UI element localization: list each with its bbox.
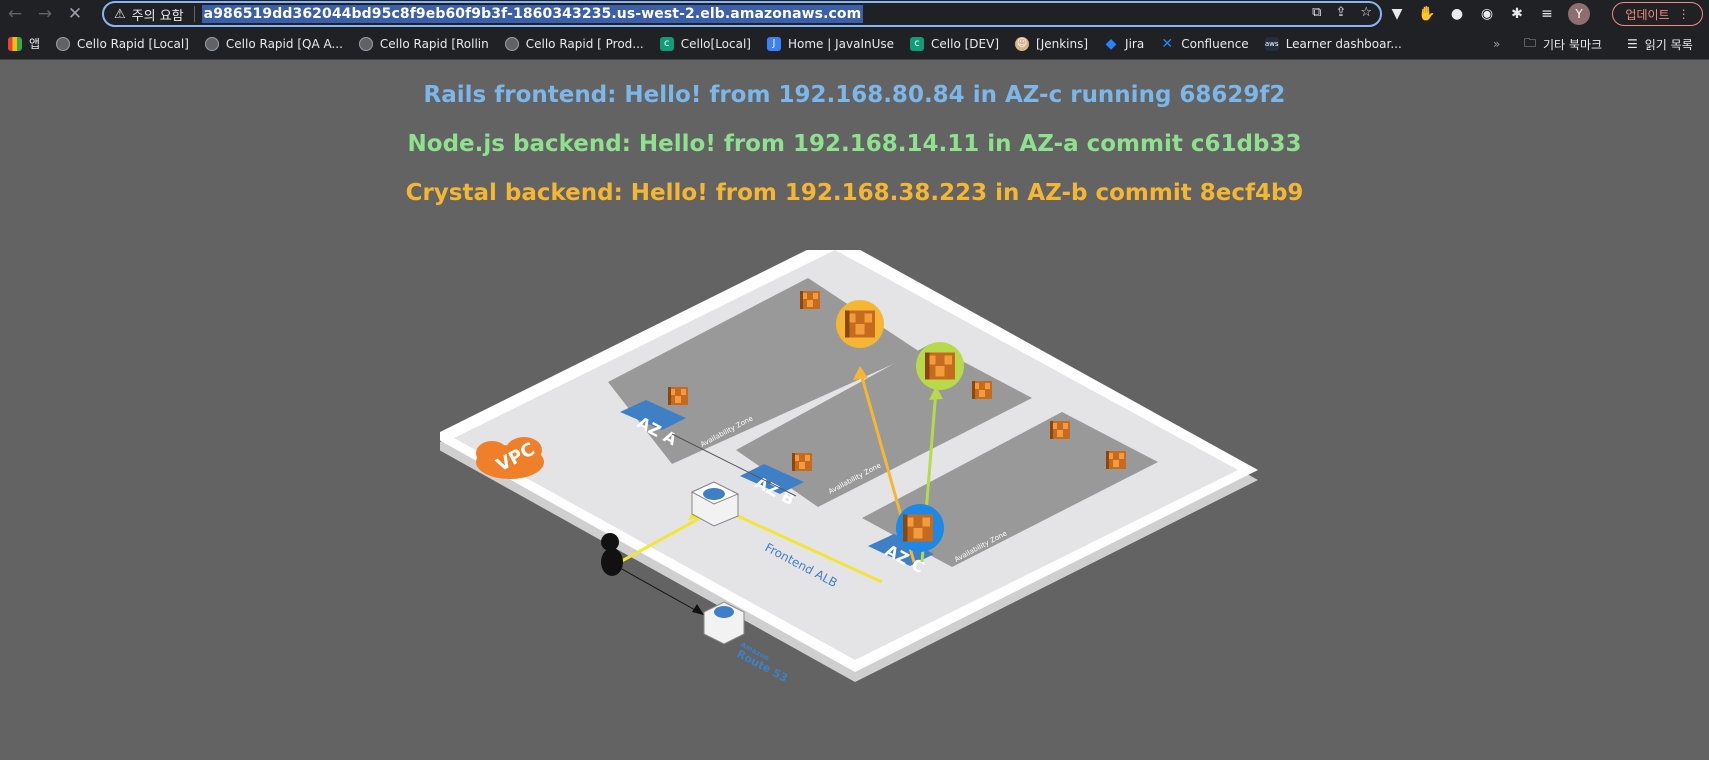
bookmarks-bar: 앱 Cello Rapid [Local] Cello Rapid [QA A.… — [0, 28, 1709, 60]
globe-icon — [204, 36, 219, 51]
dots-extension-icon[interactable]: ● — [1448, 5, 1466, 23]
bookmark-item[interactable]: c Cello[Local] — [652, 28, 759, 60]
reading-list[interactable]: ☰ 읽기 목록 — [1627, 28, 1693, 60]
update-button[interactable]: 업데이트 ⋮ — [1612, 2, 1703, 26]
ecs-container-icon — [1050, 421, 1070, 439]
bookmark-item[interactable]: ☺ [Jenkins] — [1007, 28, 1096, 60]
folder-icon: 🗀 — [1524, 35, 1537, 50]
ecs-container-icon — [800, 291, 820, 309]
stop-loading-button[interactable]: ✕ — [60, 0, 90, 28]
omnibox-actions: ⧉ ⇪ ☆ — [1312, 5, 1372, 20]
confluence-icon: ✕ — [1161, 35, 1174, 52]
translate-icon[interactable]: ⧉ — [1312, 5, 1321, 20]
puzzle-icon[interactable]: ✱ — [1508, 5, 1526, 23]
circle-extension-icon[interactable]: ◉ — [1478, 5, 1496, 23]
other-bookmarks[interactable]: 🗀 기타 북마크 — [1524, 28, 1602, 60]
ecs-container-icon — [972, 381, 992, 399]
arrow-head — [692, 604, 704, 615]
architecture-diagram: Availability Zone Availability Zone Avai… — [440, 250, 1258, 685]
bookmark-item[interactable]: aws Learner dashboar... — [1257, 28, 1410, 60]
media-queue-icon[interactable]: ≡ — [1538, 5, 1556, 23]
cello-icon: c — [659, 36, 674, 51]
warning-icon: ⚠ — [114, 6, 126, 22]
more-menu-icon: ⋮ — [1677, 7, 1690, 21]
vivaldi-extension-icon[interactable]: ▼ — [1388, 5, 1406, 23]
ecs-container-icon — [792, 453, 812, 471]
aws-icon: aws — [1264, 36, 1279, 51]
bookmark-item[interactable]: Cello Rapid [Local] — [48, 28, 197, 60]
share-icon[interactable]: ⇪ — [1335, 5, 1346, 20]
apps-grid-icon — [8, 36, 22, 51]
bookmark-item[interactable]: Cello Rapid [QA A... — [197, 28, 351, 60]
javainuse-icon: J — [767, 36, 781, 51]
extensions-row: ▼ ✋ ● ◉ ✱ ≡ Y — [1388, 3, 1590, 25]
jenkins-icon: ☺ — [1015, 36, 1030, 51]
globe-icon — [56, 36, 71, 51]
bookmark-item[interactable]: ◆ Jira — [1096, 28, 1152, 60]
url-text[interactable]: a986519dd362044bd95c8f9eb60f9b3f-1860343… — [201, 5, 864, 23]
ecs-container-icon — [925, 352, 955, 380]
bookmark-item[interactable]: Cello Rapid [Rollin — [351, 28, 497, 60]
jira-icon: ◆ — [1105, 35, 1117, 52]
cello-icon: c — [910, 36, 925, 51]
back-arrow-icon: ← — [7, 4, 23, 24]
ecs-container-icon — [903, 514, 933, 542]
globe-icon — [358, 36, 373, 51]
chevron-right-icon: » — [1493, 37, 1501, 51]
bookmark-item[interactable]: J Home | JavaInUse — [759, 28, 902, 60]
forward-button[interactable]: → — [30, 0, 60, 28]
ecs-container-icon — [845, 310, 875, 338]
back-button[interactable]: ← — [0, 0, 30, 28]
divider — [193, 6, 195, 22]
forward-arrow-icon: → — [37, 4, 53, 24]
bookmark-overflow-button[interactable]: » — [1493, 28, 1500, 60]
browser-toolbar: ← → ✕ ⚠ 주의 요함 a986519dd362044bd95c8f9eb6… — [0, 0, 1709, 28]
reading-list-icon: ☰ — [1627, 37, 1638, 51]
globe-icon — [504, 36, 519, 51]
bookmark-item[interactable]: Cello Rapid [ Prod... — [497, 28, 652, 60]
adblock-extension-icon[interactable]: ✋ — [1418, 5, 1436, 23]
bookmark-item[interactable]: c Cello [DEV] — [902, 28, 1007, 60]
node-backend-message: Node.js backend: Hello! from 192.168.14.… — [407, 131, 1302, 157]
address-bar[interactable]: ⚠ 주의 요함 a986519dd362044bd95c8f9eb60f9b3f… — [102, 1, 1382, 27]
vpc-cloud-icon: VPC — [476, 437, 544, 479]
star-icon[interactable]: ☆ — [1360, 5, 1372, 20]
profile-avatar[interactable]: Y — [1568, 3, 1590, 25]
bookmark-apps[interactable]: 앱 — [0, 28, 48, 60]
close-icon: ✕ — [67, 4, 83, 24]
ecs-container-icon — [668, 387, 688, 405]
crystal-backend-message: Crystal backend: Hello! from 192.168.38.… — [405, 180, 1304, 206]
bookmark-item[interactable]: ✕ Confluence — [1152, 28, 1256, 60]
rails-frontend-message: Rails frontend: Hello! from 192.168.80.8… — [423, 82, 1286, 108]
ecs-container-icon — [1106, 451, 1126, 469]
security-warning[interactable]: ⚠ 주의 요함 — [114, 5, 184, 24]
